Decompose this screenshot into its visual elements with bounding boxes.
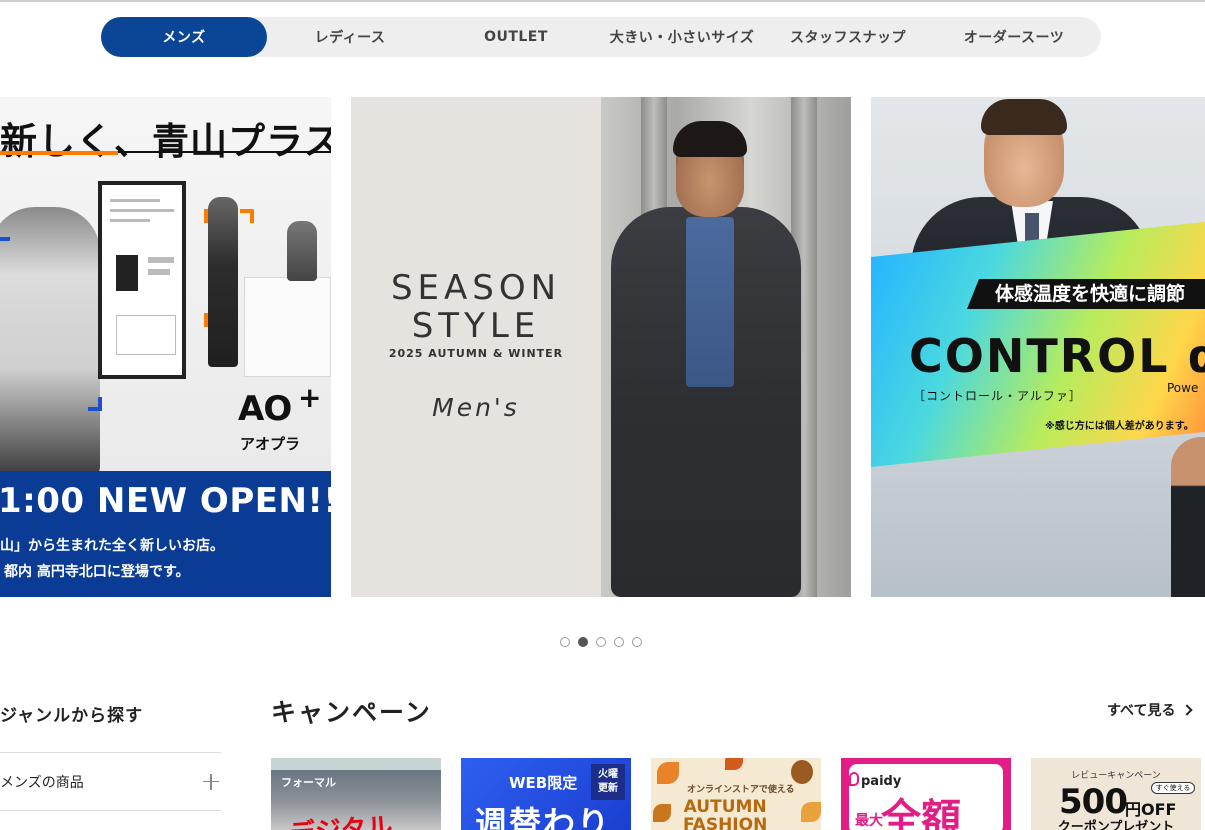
paidy-logo-icon [849, 772, 859, 786]
slide1-counter [244, 277, 331, 377]
slide1-bracket-blue [88, 397, 102, 411]
tab-staff-snap[interactable]: スタッフスナップ [765, 17, 931, 57]
slide3-power: Powe [1167, 381, 1199, 395]
carousel-dot-active[interactable] [578, 637, 588, 647]
slide3-label: 体感温度を快適に調節 [967, 279, 1205, 309]
campaign-card-autumn[interactable]: オンラインストアで使える AUTUMN FASHION [651, 758, 821, 830]
card1-tag: フォーマル [281, 776, 336, 789]
slide1-bracket-blue [0, 237, 10, 251]
aoplus-logo: AO [238, 389, 292, 429]
slide3-brand: CONTROL α [909, 329, 1205, 383]
slide1-underline-orange [0, 151, 118, 155]
genre-title: ジャンルから探す [0, 706, 144, 726]
acorn-icon [791, 760, 813, 784]
slide-season-style[interactable]: SEASON STYLE 2025 AUTUMN & WINTER Men's [351, 97, 851, 597]
slide1-bracket-orange [240, 209, 254, 223]
card3-big-text: AUTUMN FASHION [683, 797, 768, 830]
card4-small: 最大 [855, 813, 883, 829]
hero-carousel: 新しく、青山プラス。 AO + アオプラ 1:00 NEW OPEN!! 山」か… [0, 97, 1205, 597]
slide2-style: STYLE [411, 306, 541, 346]
carousel-dot[interactable] [632, 637, 642, 647]
slide1-staff-photo [208, 197, 238, 367]
slide3-second-model [1171, 437, 1205, 597]
slide1-headline: 新しく、青山プラス。 [0, 120, 331, 163]
plus-icon[interactable] [203, 773, 219, 790]
slide1-open-banner: 1:00 NEW OPEN!! 山」から生まれた全く新しいお店。 都内 高円寺北… [0, 471, 331, 597]
slide1-open-text: 1:00 NEW OPEN!! [0, 481, 331, 521]
category-tabs: メンズ レディース OUTLET 大きい・小さいサイズ スタッフスナップ オーダ… [101, 17, 1101, 57]
card2-badge: 火曜 更新 [591, 764, 625, 800]
card5-bottom: クーポンプレゼント [1057, 820, 1175, 830]
campaign-card-weekly[interactable]: WEB限定 火曜 更新 週替わり [461, 758, 631, 830]
slide2-season: SEASON [390, 268, 562, 308]
campaign-card-review[interactable]: レビューキャンペーン 500 円OFF すぐ使える クーポンプレゼント [1031, 758, 1201, 830]
slide2-subtitle: 2025 AUTUMN & WINTER [388, 347, 564, 360]
card4-big: 全額 [881, 796, 961, 830]
slide1-staff2-photo [287, 221, 317, 281]
see-all-link[interactable]: すべて見る [1107, 700, 1194, 720]
leaf-icon [725, 758, 743, 770]
slide1-subtext-2: 都内 高円寺北口に登場です。 [4, 564, 190, 580]
genre-item-label: メンズの商品 [0, 774, 84, 791]
tab-order-suits[interactable]: オーダースーツ [931, 17, 1097, 57]
leaf-icon [653, 804, 671, 822]
chevron-right-icon [1181, 704, 1194, 716]
slide1-subtext-1: 山」から生まれた全く新しいお店。 [0, 538, 224, 554]
slide2-mens: Men's [432, 393, 520, 422]
slide3-kana: ［コントロール・アルファ］ [913, 389, 1082, 403]
tab-ladies[interactable]: レディース [267, 17, 433, 57]
tab-outlet[interactable]: OUTLET [433, 17, 599, 57]
carousel-pagination [560, 637, 642, 647]
aoplus-logo-sub: アオプラ [240, 435, 301, 453]
slide2-model-photo [601, 97, 851, 597]
carousel-dot[interactable] [596, 637, 606, 647]
card5-badge: すぐ使える [1151, 782, 1195, 794]
top-border [0, 0, 1205, 2]
slide1-display-screen [98, 181, 186, 379]
leaf-icon [801, 802, 821, 822]
genre-divider [0, 810, 221, 811]
slide1-woman-photo [0, 207, 100, 477]
slide-control-alpha[interactable]: 体感温度を快適に調節 CONTROL α ［コントロール・アルファ］ Powe … [871, 97, 1205, 597]
carousel-dot[interactable] [614, 637, 624, 647]
campaign-card-paidy[interactable]: paidy 最大 全額 [841, 758, 1011, 830]
slide3-note: ※感じ方には個人差があります。 [1045, 421, 1194, 432]
slide-aoplus-open[interactable]: 新しく、青山プラス。 AO + アオプラ 1:00 NEW OPEN!! 山」か… [0, 97, 331, 597]
tab-big-small-size[interactable]: 大きい・小さいサイズ [599, 17, 765, 57]
aoplus-logo-plus: + [298, 381, 322, 414]
slide2-text-panel: SEASON STYLE 2025 AUTUMN & WINTER Men's [351, 97, 601, 597]
slide1-underline-black [118, 151, 331, 153]
slide2-title: SEASON STYLE [351, 269, 601, 345]
carousel-dot[interactable] [560, 637, 570, 647]
card1-text: デジタル [288, 806, 394, 830]
see-all-label: すべて見る [1107, 703, 1176, 719]
campaign-card-digital[interactable]: フォーマル デジタル [271, 758, 441, 830]
campaign-title: キャンペーン [271, 698, 432, 727]
card3-small-text: オンラインストアで使える [687, 785, 795, 795]
card2-web-label: WEB限定 [509, 774, 578, 792]
leaf-icon [657, 762, 679, 784]
tab-mens[interactable]: メンズ [101, 17, 267, 57]
card2-text: 週替わり [475, 804, 612, 830]
card5-small: レビューキャンペーン [1071, 771, 1161, 781]
genre-item-mens[interactable]: メンズの商品 [0, 753, 221, 810]
